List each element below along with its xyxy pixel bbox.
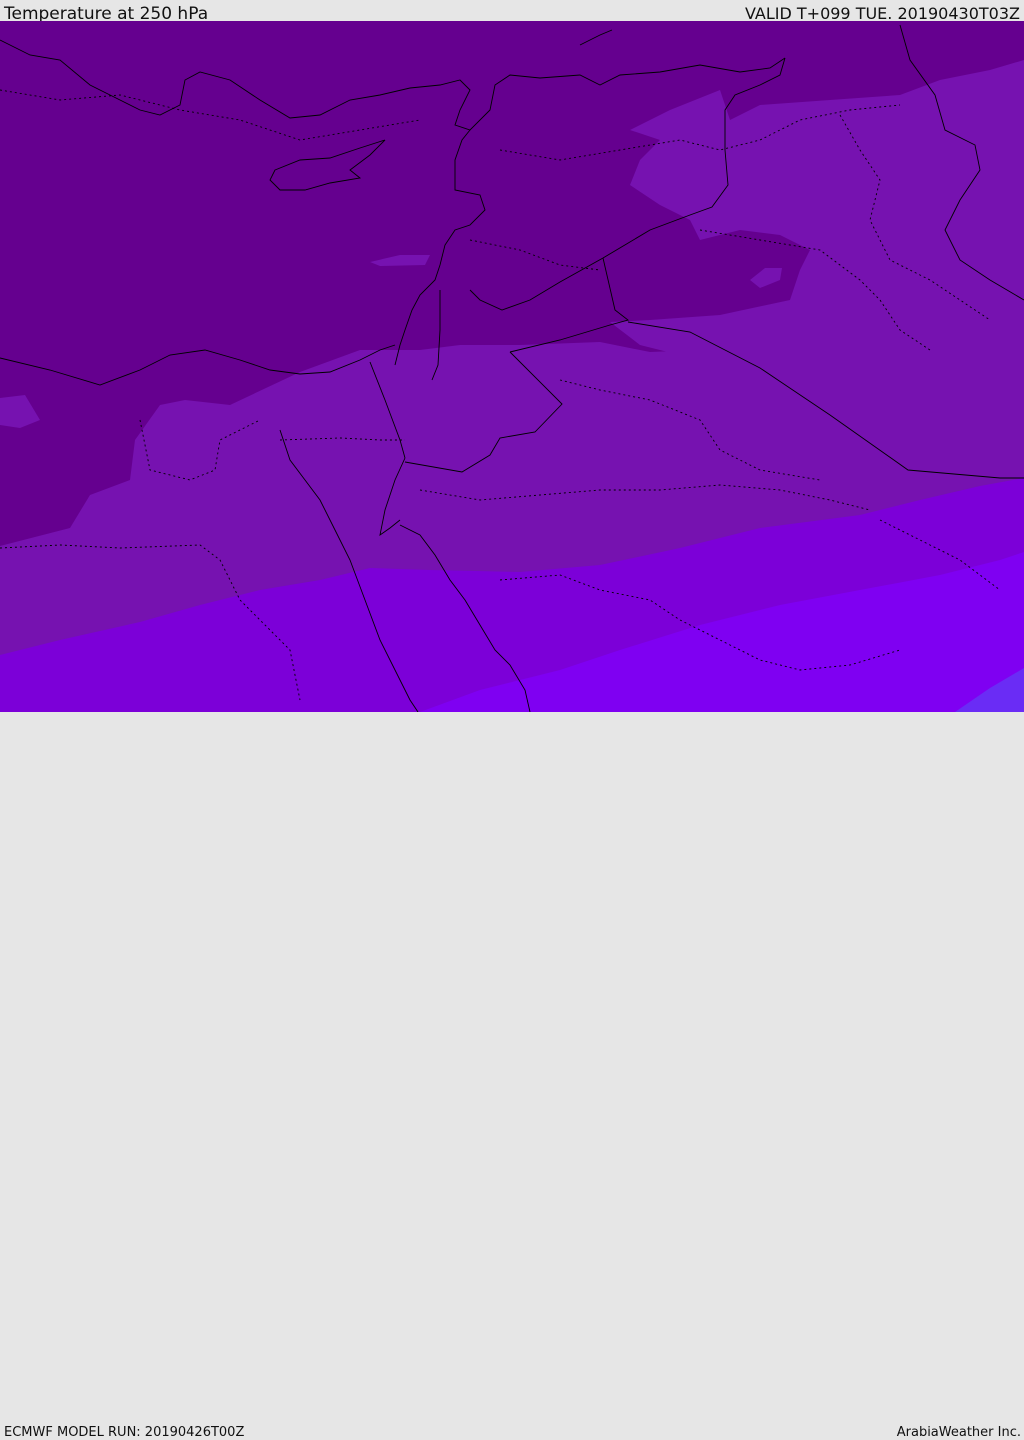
map-panel[interactable] xyxy=(0,21,1024,712)
header-bar: Temperature at 250 hPa VALID T+099 TUE. … xyxy=(0,0,1024,24)
model-run-label: ECMWF MODEL RUN: 20190426T00Z xyxy=(4,1425,245,1440)
temperature-map[interactable] xyxy=(0,21,1024,712)
footer-bar: ECMWF MODEL RUN: 20190426T00Z ArabiaWeat… xyxy=(0,712,1024,1440)
credit-label: ArabiaWeather Inc. xyxy=(896,1425,1021,1440)
